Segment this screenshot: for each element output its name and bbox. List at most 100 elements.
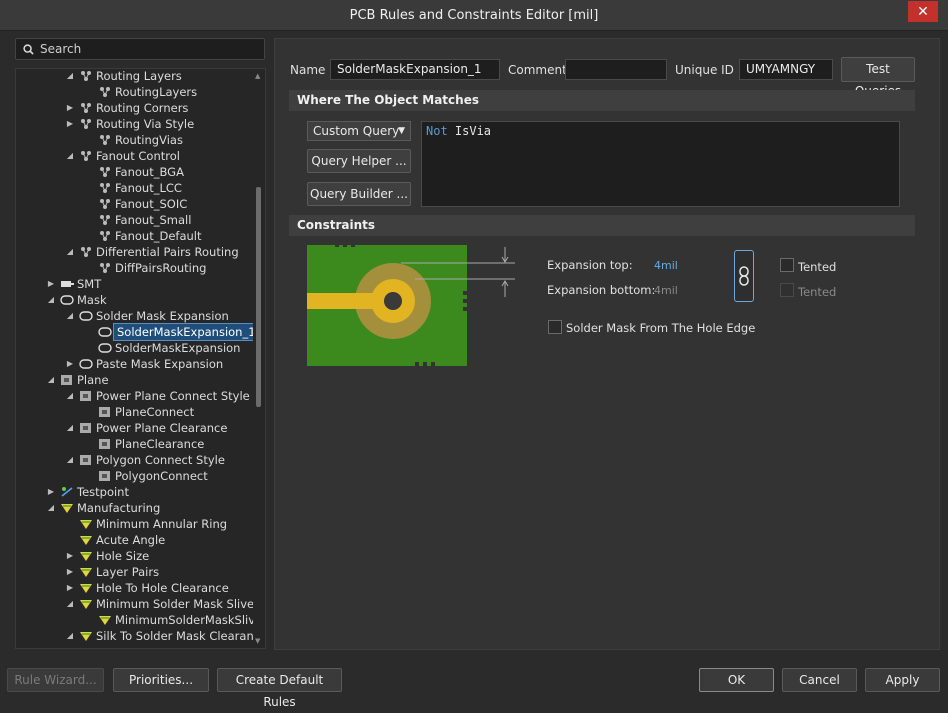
tree-item[interactable]: ◢ Mask — [46, 292, 107, 308]
close-button[interactable]: ✕ — [908, 1, 938, 22]
priorities-button[interactable]: Priorities... — [113, 668, 209, 692]
tree-item-label: RoutingVias — [115, 133, 183, 147]
tree-item[interactable]: Fanout_SOIC — [84, 196, 187, 212]
search-placeholder: Search — [40, 42, 82, 56]
tree-item[interactable]: ◢ Power Plane Connect Style — [65, 388, 250, 404]
expand-open-icon[interactable]: ◢ — [65, 596, 75, 612]
tree-item[interactable]: ◢ Minimum Solder Mask Sliver — [65, 596, 259, 612]
comment-field[interactable] — [565, 59, 667, 80]
tree-item[interactable]: Acute Angle — [65, 532, 165, 548]
mfg-icon — [79, 550, 93, 562]
tree-item[interactable]: ▶ Hole Size — [65, 548, 149, 564]
tree-item[interactable]: Minimum Annular Ring — [65, 516, 227, 532]
expand-open-icon[interactable]: ◢ — [46, 292, 56, 308]
tree-item-label: Testpoint — [77, 485, 129, 499]
rules-tree[interactable]: ◢ Routing Layers RoutingLayers ▶ Routing Cor… — [15, 68, 266, 649]
search-icon — [23, 43, 34, 55]
tree-item-label: Hole Size — [96, 549, 150, 563]
tree-item[interactable]: PlaneClearance — [84, 436, 204, 452]
tree-item[interactable]: Fanout_Small — [84, 212, 191, 228]
tree-item[interactable]: SolderMaskExpansion_1 — [84, 323, 260, 341]
tree-item[interactable]: ▶ Routing Via Style — [65, 116, 194, 132]
tree-item[interactable]: DiffPairsRouting — [84, 260, 206, 276]
tree-item[interactable]: ▶ Layer Pairs — [65, 564, 159, 580]
tree-item[interactable]: Fanout_LCC — [84, 180, 182, 196]
mask-icon — [79, 358, 93, 370]
tree-item-label: Fanout Control — [96, 149, 180, 163]
rule-icon — [98, 262, 112, 274]
expand-closed-icon[interactable]: ▶ — [65, 564, 75, 580]
expansion-top-value[interactable]: 4mil — [654, 259, 678, 272]
tree-item[interactable]: ◢ Routing Layers — [65, 69, 182, 84]
expand-open-icon[interactable]: ◢ — [65, 69, 75, 84]
expand-open-icon[interactable]: ◢ — [65, 148, 75, 164]
query-helper-button[interactable]: Query Helper ... — [307, 149, 411, 173]
tented-top-checkbox[interactable] — [780, 258, 794, 272]
search-input[interactable]: Search — [15, 38, 265, 60]
tented-top-label: Tented — [798, 260, 837, 274]
apply-button[interactable]: Apply — [865, 668, 940, 692]
scroll-down-icon[interactable]: ▼ — [255, 637, 260, 645]
tree-item[interactable]: PlaneConnect — [84, 404, 194, 420]
tree-item[interactable]: ◢ Silk To Solder Mask Clearance — [65, 628, 265, 644]
cancel-button[interactable]: Cancel — [782, 668, 857, 692]
hole-edge-checkbox[interactable] — [548, 320, 562, 334]
expand-open-icon[interactable]: ◢ — [65, 308, 75, 324]
query-type-dropdown[interactable]: Custom Query ▼ — [307, 121, 411, 141]
tree-item[interactable]: PolygonConnect — [84, 468, 208, 484]
create-default-rules-button[interactable]: Create Default Rules — [217, 668, 342, 709]
expand-closed-icon[interactable]: ▶ — [65, 548, 75, 564]
unique-id-field[interactable]: UMYAMNGY — [739, 59, 833, 80]
tree-item[interactable]: MinimumSolderMaskSliver — [84, 612, 265, 628]
tree-item[interactable]: ◢ Plane — [46, 372, 109, 388]
rule-wizard-button[interactable]: Rule Wizard... — [7, 668, 104, 692]
expand-open-icon[interactable]: ◢ — [65, 388, 75, 404]
expand-closed-icon[interactable]: ▶ — [65, 116, 75, 132]
query-builder-button[interactable]: Query Builder ... — [307, 182, 411, 206]
link-toggle-button[interactable] — [734, 250, 754, 302]
tree-item[interactable]: ▶ Routing Corners — [65, 100, 189, 116]
expansion-bottom-value[interactable]: 4mil — [654, 284, 678, 297]
tree-item[interactable]: ◢ Power Plane Clearance — [65, 420, 228, 436]
tree-item[interactable]: Fanout_BGA — [84, 164, 184, 180]
expand-open-icon[interactable]: ◢ — [65, 628, 75, 644]
query-editor[interactable]: Not IsVia — [421, 121, 900, 207]
expand-open-icon[interactable]: ◢ — [46, 372, 56, 388]
tree-scrollbar[interactable]: ▲ ▼ — [253, 69, 265, 648]
scroll-thumb[interactable] — [256, 187, 261, 407]
plane-icon — [98, 438, 112, 450]
expand-closed-icon[interactable]: ▶ — [46, 484, 56, 500]
expand-closed-icon[interactable]: ▶ — [65, 356, 75, 372]
expand-open-icon[interactable]: ◢ — [65, 244, 75, 260]
expand-closed-icon[interactable]: ▶ — [46, 276, 56, 292]
name-field[interactable]: SolderMaskExpansion_1 — [330, 59, 500, 80]
tented-bottom-checkbox[interactable] — [780, 283, 794, 297]
tree-item[interactable]: Fanout_Default — [84, 228, 202, 244]
ok-button[interactable]: OK — [699, 668, 774, 692]
expand-open-icon[interactable]: ◢ — [65, 420, 75, 436]
tree-item[interactable]: ◢ Differential Pairs Routing — [65, 244, 239, 260]
expand-closed-icon[interactable]: ▶ — [65, 580, 75, 596]
expand-closed-icon[interactable]: ▶ — [65, 100, 75, 116]
scroll-up-icon[interactable]: ▲ — [255, 72, 260, 80]
query-type-value: Custom Query — [313, 124, 400, 138]
tree-item-label: SolderMaskExpansion_1 — [113, 323, 260, 341]
tree-item[interactable]: ▶ Paste Mask Expansion — [65, 356, 223, 372]
expansion-top-label: Expansion top: — [547, 258, 633, 272]
title-bar: PCB Rules and Constraints Editor [mil] ✕ — [0, 0, 948, 31]
tree-item[interactable]: SolderMaskExpansion — [84, 340, 240, 356]
tree-item[interactable]: ◢ Solder Mask Expansion — [65, 308, 229, 324]
test-queries-button[interactable]: Test Queries — [841, 57, 915, 98]
expand-open-icon[interactable]: ◢ — [65, 452, 75, 468]
tree-item[interactable]: ▶ Hole To Hole Clearance — [65, 580, 229, 596]
tree-item[interactable]: ▶ Testpoint — [46, 484, 129, 500]
tree-item[interactable]: ◢ Polygon Connect Style — [65, 452, 225, 468]
name-label: Name — [290, 63, 326, 77]
tree-item[interactable]: ◢ Manufacturing — [46, 500, 160, 516]
tree-item-label: Power Plane Clearance — [96, 421, 228, 435]
tree-item[interactable]: ◢ Fanout Control — [65, 148, 180, 164]
tree-item[interactable]: ▶ SMT — [46, 276, 101, 292]
tree-item[interactable]: RoutingLayers — [84, 84, 197, 100]
expand-open-icon[interactable]: ◢ — [46, 500, 56, 516]
tree-item[interactable]: RoutingVias — [84, 132, 183, 148]
